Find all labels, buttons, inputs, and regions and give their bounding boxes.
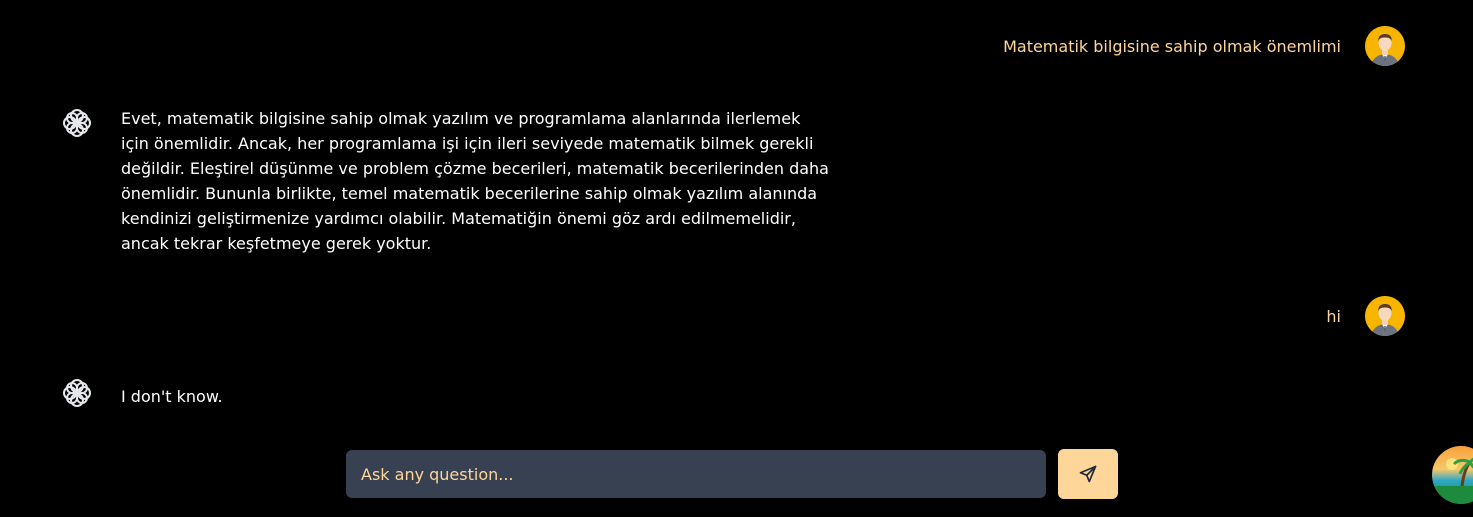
openai-logo-icon — [60, 376, 94, 410]
user-avatar-icon — [1365, 296, 1405, 336]
assistant-message-text: Evet, matematik bilgisine sahip olmak ya… — [121, 109, 829, 253]
assistant-message: I don't know. — [60, 376, 831, 418]
question-input[interactable] — [346, 463, 1023, 485]
user-avatar-icon — [1365, 26, 1405, 66]
question-input-container — [346, 450, 1046, 498]
user-message: hi — [1326, 296, 1405, 336]
openai-logo-icon — [60, 106, 94, 140]
assistant-message-text: I don't know. — [121, 387, 223, 406]
send-icon — [1079, 465, 1097, 483]
user-message-text: Matematik bilgisine sahip olmak önemlimi — [1003, 36, 1341, 56]
user-message: Matematik bilgisine sahip olmak önemlimi — [1003, 26, 1405, 66]
floating-widget-icon[interactable] — [1432, 446, 1473, 504]
user-message-text: hi — [1326, 306, 1341, 326]
send-button[interactable] — [1058, 449, 1118, 499]
assistant-message: Evet, matematik bilgisine sahip olmak ya… — [60, 106, 831, 256]
